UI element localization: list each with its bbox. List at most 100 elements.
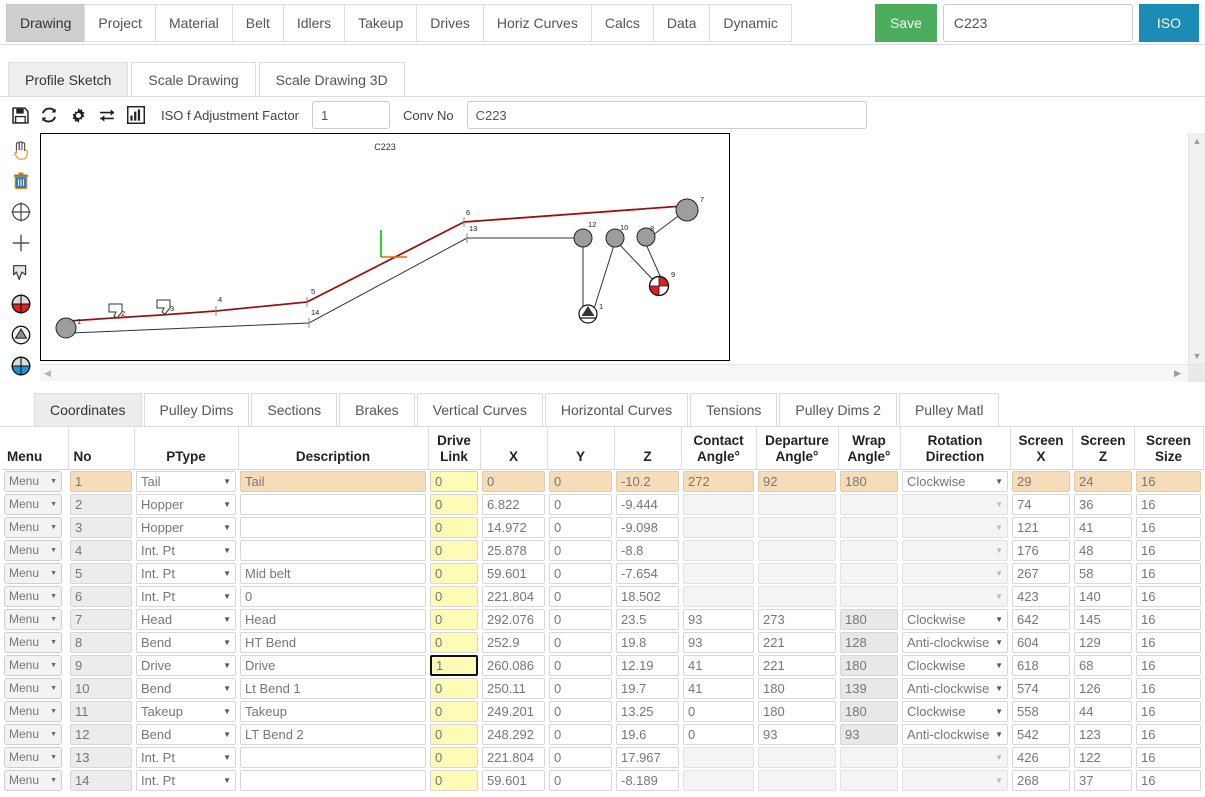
z-input[interactable]: -9.444: [616, 494, 679, 516]
screen-z-input[interactable]: 68: [1074, 655, 1132, 677]
departure-angle-input[interactable]: 93: [758, 724, 836, 746]
nav-tab-idlers[interactable]: Idlers: [282, 4, 346, 42]
departure-angle-input[interactable]: 221: [758, 655, 836, 677]
y-input[interactable]: 0: [549, 586, 612, 608]
screen-x-input[interactable]: 542: [1012, 724, 1070, 746]
screen-z-input[interactable]: 44: [1074, 701, 1132, 723]
screen-z-input[interactable]: 145: [1074, 609, 1132, 631]
departure-angle-input[interactable]: 221: [758, 632, 836, 654]
contact-angle-input[interactable]: 93: [683, 609, 754, 631]
drive-link-input[interactable]: 0: [430, 494, 478, 516]
data-tab-tensions[interactable]: Tensions: [690, 393, 778, 426]
blue-pulley-icon[interactable]: [4, 350, 38, 381]
ptype-select[interactable]: Bend: [136, 632, 236, 654]
screen-x-input[interactable]: 176: [1012, 540, 1070, 562]
departure-angle-input[interactable]: [758, 494, 836, 516]
description-input[interactable]: [240, 494, 426, 516]
contact-angle-input[interactable]: 0: [683, 724, 754, 746]
y-input[interactable]: 0: [549, 724, 612, 746]
screen-size-input[interactable]: 16: [1136, 586, 1201, 608]
nav-tab-horiz-curves[interactable]: Horiz Curves: [482, 4, 592, 42]
wrap-angle-input[interactable]: 93: [840, 724, 898, 746]
description-input[interactable]: 0: [240, 586, 426, 608]
screen-x-input[interactable]: 423: [1012, 586, 1070, 608]
data-tab-horizontal-curves[interactable]: Horizontal Curves: [544, 393, 689, 426]
drive-link-input[interactable]: 1: [430, 655, 478, 677]
red-pulley-icon[interactable]: [4, 289, 38, 320]
screen-z-input[interactable]: 41: [1074, 517, 1132, 539]
drive-link-input[interactable]: 0: [430, 724, 478, 746]
screen-x-input[interactable]: 29: [1012, 471, 1070, 493]
y-input[interactable]: 0: [549, 563, 612, 585]
drive-link-input[interactable]: 0: [430, 517, 478, 539]
y-input[interactable]: 0: [549, 770, 612, 792]
screen-size-input[interactable]: 16: [1136, 494, 1201, 516]
contact-angle-input[interactable]: 93: [683, 632, 754, 654]
screen-x-input[interactable]: 121: [1012, 517, 1070, 539]
table-row[interactable]: Menu5Int. PtMid belt059.6010-7.654267581…: [2, 562, 1203, 585]
subtab-profile-sketch[interactable]: Profile Sketch: [8, 62, 129, 96]
takeup-triangle-icon[interactable]: [4, 320, 38, 351]
z-input[interactable]: 19.6: [616, 724, 679, 746]
table-row[interactable]: Menu10BendLt Bend 10250.11019.741180139A…: [2, 677, 1203, 700]
y-input[interactable]: 0: [549, 747, 612, 769]
table-row[interactable]: Menu1TailTail000-10.227292180Clockwise29…: [2, 470, 1203, 494]
wrap-angle-input[interactable]: 139: [840, 678, 898, 700]
ptype-select[interactable]: Int. Pt: [136, 586, 236, 608]
data-tab-pulley-matl[interactable]: Pulley Matl: [898, 393, 1000, 426]
x-input[interactable]: 249.201: [482, 701, 545, 723]
delete-trash-icon[interactable]: [4, 166, 38, 197]
wrap-angle-input[interactable]: [840, 586, 898, 608]
departure-angle-input[interactable]: 273: [758, 609, 836, 631]
departure-angle-input[interactable]: [758, 563, 836, 585]
table-row[interactable]: Menu9DriveDrive1260.086012.1941221180Clo…: [2, 654, 1203, 677]
table-row[interactable]: Menu14Int. Pt059.6010-8.1892683716: [2, 769, 1203, 792]
z-input[interactable]: -10.2: [616, 471, 679, 493]
rotation-direction-select[interactable]: Clockwise: [902, 701, 1008, 723]
y-input[interactable]: 0: [549, 540, 612, 562]
screen-x-input[interactable]: 74: [1012, 494, 1070, 516]
wrap-angle-input[interactable]: [840, 517, 898, 539]
wrap-angle-input[interactable]: [840, 747, 898, 769]
x-input[interactable]: 59.601: [482, 770, 545, 792]
crosshair-circle-icon[interactable]: [4, 197, 38, 228]
conveyor-name-input[interactable]: [942, 4, 1133, 42]
departure-angle-input[interactable]: 92: [758, 471, 836, 493]
drive-link-input[interactable]: 0: [430, 471, 478, 493]
scroll-down-arrow[interactable]: ▼: [1193, 348, 1202, 364]
z-input[interactable]: 18.502: [616, 586, 679, 608]
description-input[interactable]: Tail: [240, 471, 426, 493]
nav-tab-calcs[interactable]: Calcs: [590, 4, 654, 42]
nav-tab-belt[interactable]: Belt: [231, 4, 284, 42]
ptype-select[interactable]: Int. Pt: [136, 770, 236, 792]
rotation-direction-select[interactable]: [902, 586, 1008, 608]
drive-link-input[interactable]: 0: [430, 747, 478, 769]
canvas-vertical-scrollbar[interactable]: ▲ ▼: [1188, 133, 1205, 364]
x-input[interactable]: 250.11: [482, 678, 545, 700]
screen-size-input[interactable]: 16: [1136, 701, 1201, 723]
table-row[interactable]: Menu7HeadHead0292.076023.593273180Clockw…: [2, 608, 1203, 631]
rotation-direction-select[interactable]: Clockwise: [902, 471, 1008, 493]
ptype-select[interactable]: Int. Pt: [136, 563, 236, 585]
canvas-horizontal-scrollbar[interactable]: ◀ ▶: [40, 364, 1205, 382]
wrap-angle-input[interactable]: 180: [840, 609, 898, 631]
ptype-select[interactable]: Head: [136, 609, 236, 631]
departure-angle-input[interactable]: [758, 747, 836, 769]
screen-z-input[interactable]: 123: [1074, 724, 1132, 746]
wrap-angle-input[interactable]: [840, 770, 898, 792]
table-row[interactable]: Menu13Int. Pt0221.804017.96742612216: [2, 746, 1203, 769]
screen-size-input[interactable]: 16: [1136, 517, 1201, 539]
save-icon[interactable]: [8, 103, 32, 127]
description-input[interactable]: Head: [240, 609, 426, 631]
contact-angle-input[interactable]: [683, 517, 754, 539]
drive-link-input[interactable]: 0: [430, 540, 478, 562]
screen-size-input[interactable]: 16: [1136, 471, 1201, 493]
screen-z-input[interactable]: 48: [1074, 540, 1132, 562]
table-row[interactable]: Menu11TakeupTakeup0249.201013.250180180C…: [2, 700, 1203, 723]
rotation-direction-select[interactable]: [902, 770, 1008, 792]
scroll-left-arrow[interactable]: ◀: [40, 368, 51, 379]
table-row[interactable]: Menu12BendLT Bend 20248.292019.609393Ant…: [2, 723, 1203, 746]
contact-angle-input[interactable]: 41: [683, 655, 754, 677]
conv-no-input[interactable]: [466, 101, 867, 129]
ptype-select[interactable]: Bend: [136, 724, 236, 746]
